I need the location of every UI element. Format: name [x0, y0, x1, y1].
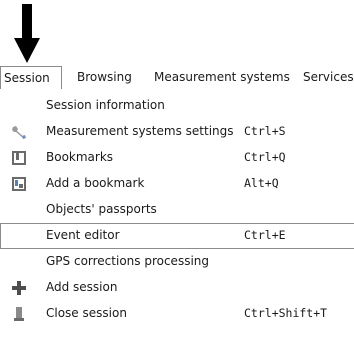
menu-item-event-editor[interactable]: Event editor Ctrl+E — [0, 223, 354, 249]
menu-item-shortcut: Ctrl+S — [244, 124, 286, 138]
bookmarks-icon — [12, 151, 26, 165]
add-bookmark-icon — [12, 177, 26, 191]
menu-item-label: Measurement systems settings — [46, 124, 234, 138]
menu-item-gps-corrections-processing[interactable]: GPS corrections processing — [0, 249, 354, 275]
menu-browsing[interactable]: Browsing — [77, 66, 132, 88]
menu-item-shortcut: Alt+Q — [244, 176, 279, 190]
menu-item-objects-passports[interactable]: Objects' passports — [0, 197, 354, 223]
menu-item-add-a-bookmark[interactable]: Add a bookmark Alt+Q — [0, 171, 354, 197]
menu-item-measurement-systems-settings[interactable]: Measurement systems settings Ctrl+S — [0, 119, 354, 145]
wrench-icon — [12, 126, 26, 139]
menu-item-label: Session information — [46, 98, 165, 112]
menu-item-label: Add session — [46, 280, 118, 294]
menu-item-shortcut: Ctrl+Q — [244, 150, 286, 164]
menu-item-close-session[interactable]: Close session Ctrl+Shift+T — [0, 301, 354, 327]
menu-item-label: Event editor — [46, 228, 120, 242]
menu-item-label: Objects' passports — [46, 202, 157, 216]
close-session-icon — [14, 307, 24, 321]
menu-item-label: GPS corrections processing — [46, 254, 210, 268]
menu-item-shortcut: Ctrl+Shift+T — [244, 306, 328, 320]
menu-item-session-information[interactable]: Session information — [0, 93, 354, 119]
pointer-arrow-icon — [14, 4, 40, 63]
menu-session[interactable]: Session — [0, 66, 62, 89]
menu-services[interactable]: Services — [303, 66, 354, 88]
menu-item-label: Bookmarks — [46, 150, 114, 164]
menu-item-label: Close session — [46, 306, 127, 320]
menu-item-add-session[interactable]: Add session — [0, 275, 354, 301]
add-session-icon — [12, 281, 26, 295]
menu-bar: Session Browsing Measurement systems Ser… — [0, 66, 354, 90]
menu-item-shortcut: Ctrl+E — [244, 228, 286, 242]
menu-item-label: Add a bookmark — [46, 176, 145, 190]
menu-measurement-systems[interactable]: Measurement systems — [154, 66, 290, 88]
menu-item-bookmarks[interactable]: Bookmarks Ctrl+Q — [0, 145, 354, 171]
session-dropdown-menu: Session information Measurement systems … — [0, 89, 354, 360]
